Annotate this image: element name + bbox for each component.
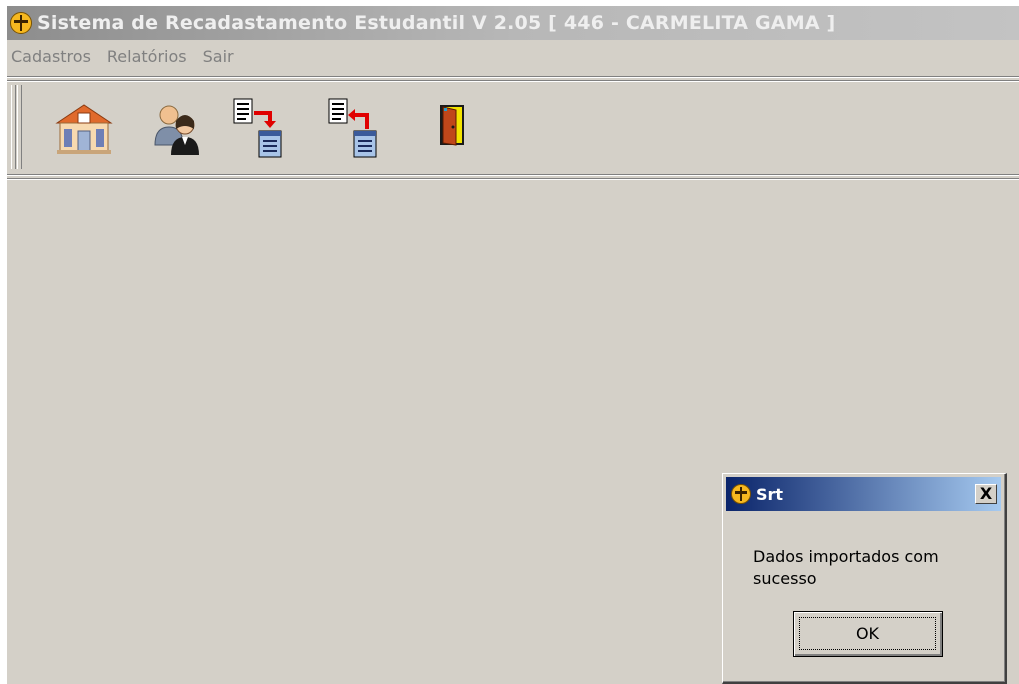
- menu-cadastros[interactable]: Cadastros: [7, 47, 97, 66]
- menu-separator: [7, 76, 1019, 78]
- school-button[interactable]: [49, 93, 119, 161]
- window-titlebar[interactable]: Sistema de Recadastamento Estudantil V 2…: [7, 6, 1019, 40]
- dialog-app-icon: [731, 484, 751, 504]
- toolbar-separator-lower: [7, 178, 1019, 180]
- users-button[interactable]: [141, 93, 211, 161]
- school-icon: [55, 104, 113, 154]
- import-data-icon: [328, 98, 377, 158]
- toolbar-grip-inner: [17, 85, 22, 169]
- ok-button[interactable]: OK: [793, 611, 943, 657]
- exit-button[interactable]: [416, 93, 486, 161]
- dialog-titlebar[interactable]: Srt X: [726, 477, 1001, 511]
- export-data-button[interactable]: [226, 93, 296, 161]
- export-data-icon: [233, 98, 282, 158]
- menu-separator-lower: [7, 80, 1019, 82]
- toolbar: [11, 83, 1019, 175]
- menu-bar: Cadastros Relatórios Sair: [7, 44, 246, 68]
- menu-sair[interactable]: Sair: [199, 47, 240, 66]
- close-icon: X: [979, 484, 993, 503]
- dialog-close-button[interactable]: X: [975, 484, 997, 504]
- toolbar-separator: [7, 174, 1019, 176]
- app-logo-icon: [10, 12, 32, 34]
- message-dialog: Srt X Dados importados com sucesso OK: [722, 473, 1007, 684]
- toolbar-grip[interactable]: [11, 85, 16, 169]
- dialog-title: Srt: [756, 484, 784, 504]
- dialog-message: Dados importados com sucesso: [753, 547, 939, 588]
- exit-door-icon: [440, 105, 464, 146]
- main-window: Sistema de Recadastamento Estudantil V 2…: [7, 6, 1019, 684]
- window-title: Sistema de Recadastamento Estudantil V 2…: [37, 12, 836, 34]
- ok-button-label: OK: [799, 617, 936, 650]
- import-data-button[interactable]: [321, 93, 391, 161]
- users-icon: [154, 105, 199, 155]
- menu-relatorios[interactable]: Relatórios: [103, 47, 193, 66]
